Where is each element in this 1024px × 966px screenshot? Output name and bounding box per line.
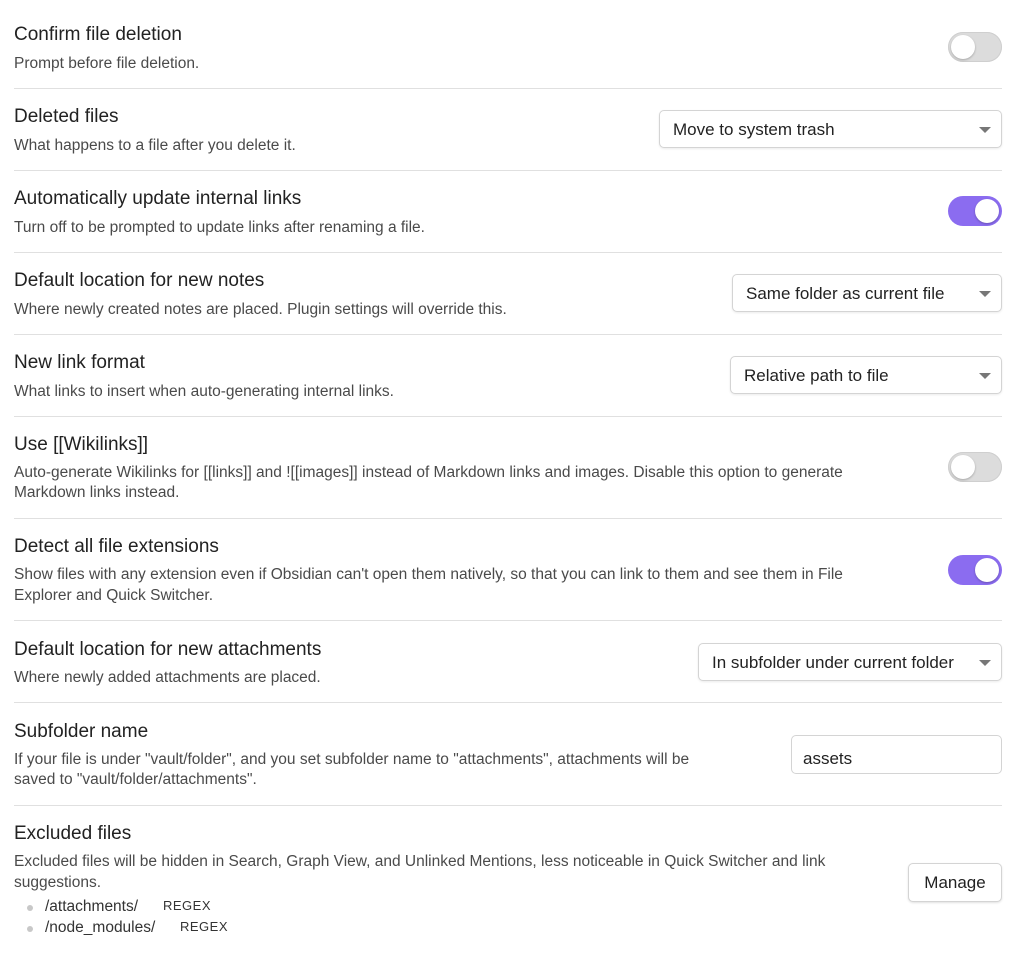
regex-tag: REGEX xyxy=(163,898,212,913)
confirm-file-deletion-toggle[interactable] xyxy=(948,32,1002,62)
setting-title: Automatically update internal links xyxy=(14,188,302,209)
setting-auto-update-links: Automatically update internal links Turn… xyxy=(14,186,1002,242)
dropdown-value: Relative path to file xyxy=(744,366,889,385)
manage-excluded-files-button[interactable]: Manage xyxy=(908,863,1002,902)
setting-title: Use [[Wikilinks]] xyxy=(14,434,149,455)
attachments-location-dropdown[interactable]: In subfolder under current folder xyxy=(698,643,1002,681)
auto-update-links-toggle[interactable] xyxy=(948,196,1002,226)
setting-new-notes-location: Default location for new notes Where new… xyxy=(14,268,1002,324)
dropdown-value: In subfolder under current folder xyxy=(712,653,954,672)
setting-description-line-1: If your file is under "vault/folder", an… xyxy=(14,751,690,768)
toggle-knob xyxy=(951,35,975,59)
bullet-icon xyxy=(27,905,33,911)
toggle-knob xyxy=(951,455,975,479)
setting-new-link-format: New link format What links to insert whe… xyxy=(14,350,1002,406)
setting-title: Subfolder name xyxy=(14,721,149,742)
separator xyxy=(14,805,1002,806)
separator xyxy=(14,416,1002,417)
setting-deleted-files: Deleted files What happens to a file aft… xyxy=(14,104,1002,160)
separator xyxy=(14,518,1002,519)
toggle-knob xyxy=(975,558,999,582)
setting-description-line-2: Markdown links instead. xyxy=(14,484,180,501)
use-wikilinks-toggle[interactable] xyxy=(948,452,1002,482)
separator xyxy=(14,620,1002,621)
chevron-down-icon xyxy=(979,291,991,297)
subfolder-name-input[interactable] xyxy=(791,735,1002,774)
regex-tag: REGEX xyxy=(180,919,229,934)
setting-description-line-1: Auto-generate Wikilinks for [[links]] an… xyxy=(14,464,843,481)
excluded-path: /attachments/ xyxy=(45,898,139,915)
setting-title: Detect all file extensions xyxy=(14,536,219,557)
separator xyxy=(14,252,1002,253)
setting-title: New link format xyxy=(14,352,145,373)
separator xyxy=(14,88,1002,89)
setting-description: What links to insert when auto-generatin… xyxy=(14,383,394,400)
new-link-format-dropdown[interactable]: Relative path to file xyxy=(730,356,1002,394)
setting-description-line-1: Excluded files will be hidden in Search,… xyxy=(14,853,826,870)
dropdown-value: Same folder as current file xyxy=(746,284,945,303)
setting-subfolder-name: Subfolder name If your file is under "va… xyxy=(14,719,1002,795)
setting-use-wikilinks: Use [[Wikilinks]] Auto-generate Wikilink… xyxy=(14,432,1002,508)
separator xyxy=(14,170,1002,171)
setting-attachments-location: Default location for new attachments Whe… xyxy=(14,637,1002,693)
setting-title: Default location for new attachments xyxy=(14,639,322,660)
setting-title: Excluded files xyxy=(14,823,132,844)
setting-title: Confirm file deletion xyxy=(14,24,182,45)
setting-title: Default location for new notes xyxy=(14,270,265,291)
setting-description: Where newly created notes are placed. Pl… xyxy=(14,301,507,318)
separator xyxy=(14,334,1002,335)
setting-description: What happens to a file after you delete … xyxy=(14,137,296,154)
dropdown-value: Move to system trash xyxy=(673,120,835,139)
excluded-path: /node_modules/ xyxy=(45,919,156,936)
deleted-files-dropdown[interactable]: Move to system trash xyxy=(659,110,1002,148)
setting-description: Prompt before file deletion. xyxy=(14,55,200,72)
setting-description: Turn off to be prompted to update links … xyxy=(14,219,425,236)
setting-confirm-file-deletion: Confirm file deletion Prompt before file… xyxy=(14,22,1002,78)
new-notes-location-dropdown[interactable]: Same folder as current file xyxy=(732,274,1002,312)
chevron-down-icon xyxy=(979,660,991,666)
setting-detect-file-extensions: Detect all file extensions Show files wi… xyxy=(14,534,1002,610)
chevron-down-icon xyxy=(979,127,991,133)
setting-excluded-files: Excluded files Excluded files will be hi… xyxy=(14,821,1002,941)
chevron-down-icon xyxy=(979,373,991,379)
detect-file-extensions-toggle[interactable] xyxy=(948,555,1002,585)
bullet-icon xyxy=(27,926,33,932)
setting-description-line-2: saved to "vault/folder/attachments". xyxy=(14,771,257,788)
setting-description-line-1: Show files with any extension even if Ob… xyxy=(14,566,843,583)
setting-description: Where newly added attachments are placed… xyxy=(14,669,321,686)
setting-title: Deleted files xyxy=(14,106,119,127)
setting-description-line-2: Explorer and Quick Switcher. xyxy=(14,587,214,604)
setting-description-line-2: suggestions. xyxy=(14,874,102,891)
toggle-knob xyxy=(975,199,999,223)
separator xyxy=(14,702,1002,703)
